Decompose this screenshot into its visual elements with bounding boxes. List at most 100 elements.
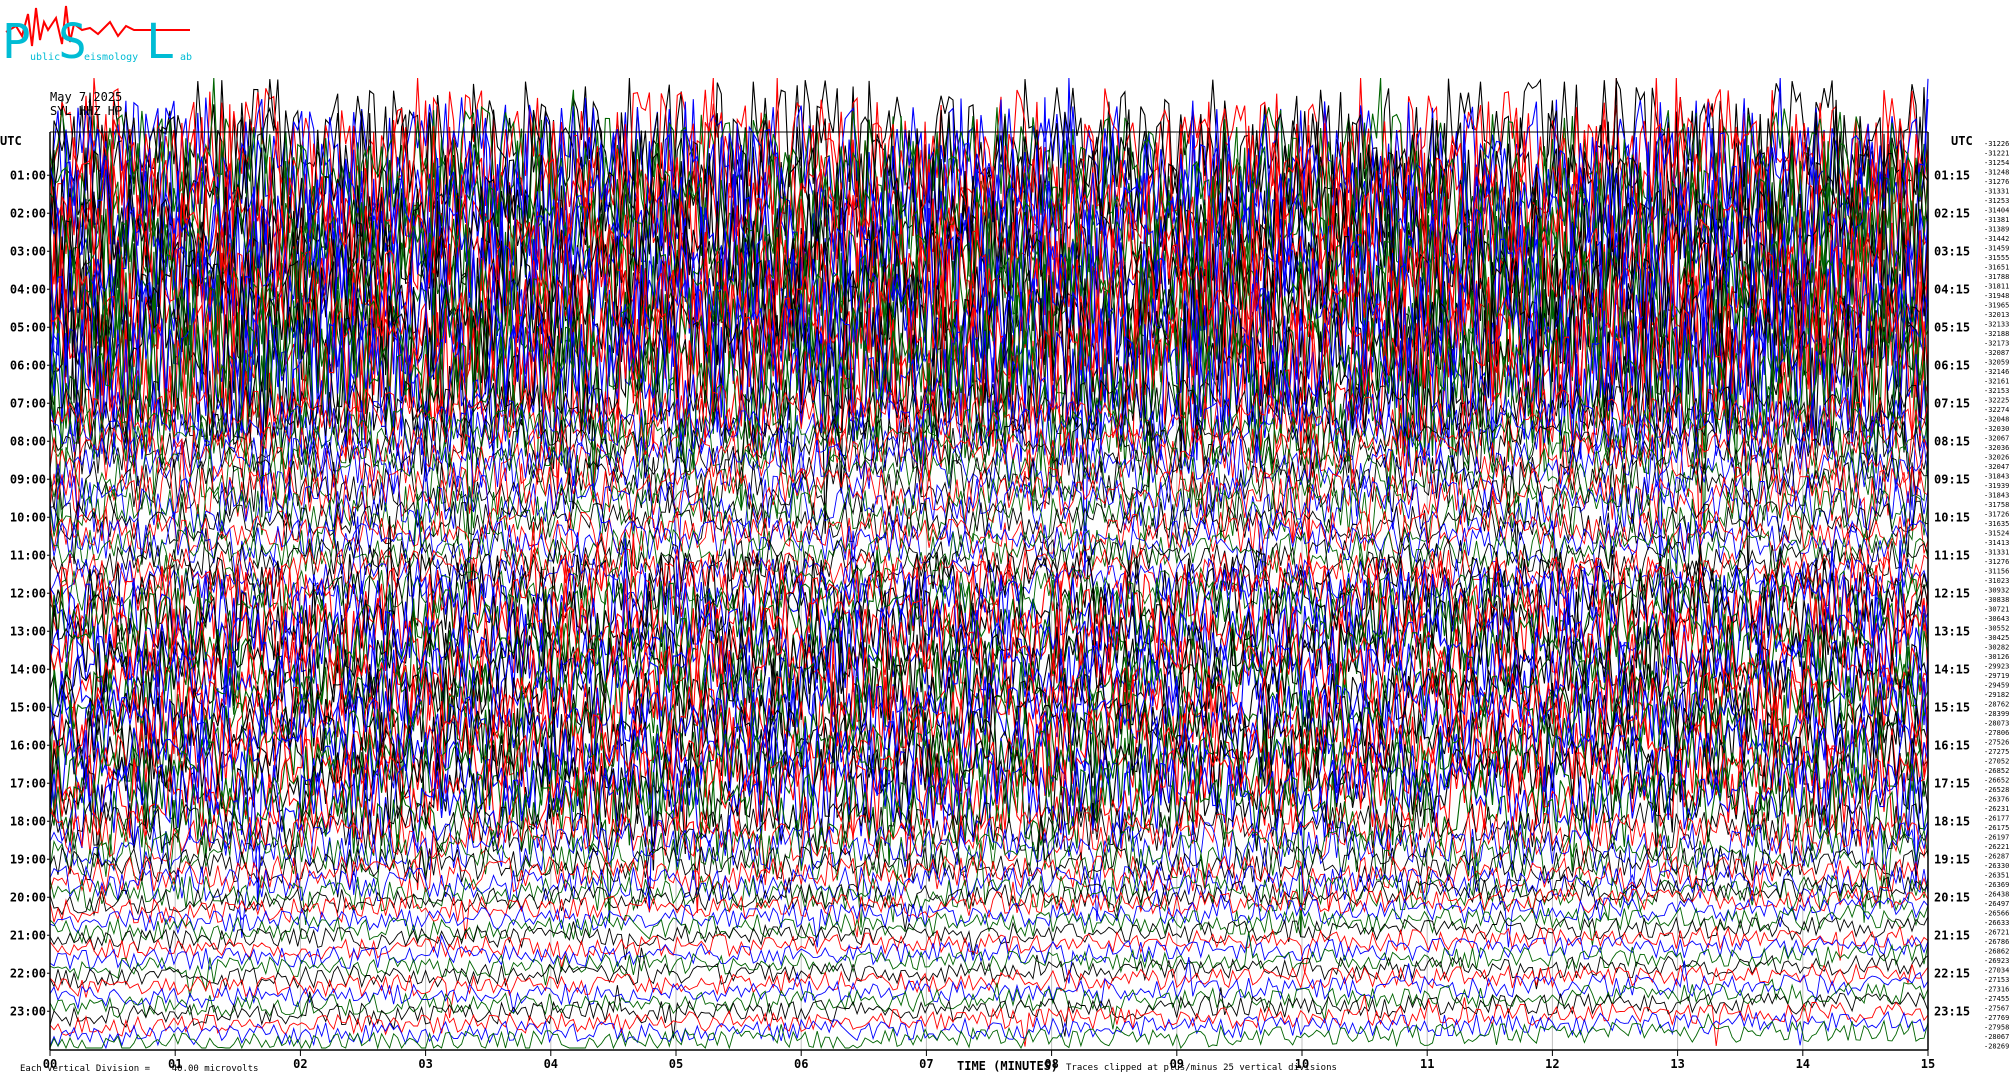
trace-offset-label: -31331 xyxy=(1984,187,2009,195)
x-tick-label: 11 xyxy=(1420,1057,1434,1071)
right-hour-label: 22:15 xyxy=(1934,966,1970,980)
trace-offset-label: -30643 xyxy=(1984,615,2009,623)
trace-offset-label: -30552 xyxy=(1984,624,2009,632)
x-tick-label: 12 xyxy=(1545,1057,1559,1071)
x-tick-label: 06 xyxy=(794,1057,808,1071)
trace-offset-label: -32274 xyxy=(1984,406,2009,414)
trace-offset-label: -31843 xyxy=(1984,491,2009,499)
right-hour-label: 04:15 xyxy=(1934,282,1970,296)
seismic-trace xyxy=(49,924,1929,974)
trace-offset-label: -29923 xyxy=(1984,662,2009,670)
left-hour-label: 05:00 xyxy=(10,320,46,334)
trace-offset-label: -26438 xyxy=(1984,890,2009,898)
trace-offset-label: -31253 xyxy=(1984,197,2009,205)
trace-offset-label: -26721 xyxy=(1984,928,2009,936)
right-hour-label: 19:15 xyxy=(1934,852,1970,866)
trace-offset-label: -31221 xyxy=(1984,149,2009,157)
left-hour-label: 07:00 xyxy=(10,396,46,410)
left-hour-label: 22:00 xyxy=(10,966,46,980)
trace-offset-label: -30838 xyxy=(1984,596,2009,604)
trace-offset-label: -26786 xyxy=(1984,938,2009,946)
right-hour-label: 07:15 xyxy=(1934,396,1970,410)
trace-offset-label: -31635 xyxy=(1984,520,2009,528)
trace-offset-label: -32153 xyxy=(1984,387,2009,395)
trace-offset-label: -26566 xyxy=(1984,909,2009,917)
trace-offset-label: -26528 xyxy=(1984,786,2009,794)
trace-offset-label: -26177 xyxy=(1984,814,2009,822)
trace-offset-label: -26369 xyxy=(1984,881,2009,889)
x-tick-label: 13 xyxy=(1670,1057,1684,1071)
trace-offset-label: -28762 xyxy=(1984,700,2009,708)
left-hour-label: 09:00 xyxy=(10,472,46,486)
x-axis-label: TIME (MINUTES) xyxy=(957,1059,1058,1073)
trace-offset-label: -28399 xyxy=(1984,710,2009,718)
right-hour-label: 18:15 xyxy=(1934,814,1970,828)
logo-letter-p: P xyxy=(2,14,31,70)
trace-offset-label: -31948 xyxy=(1984,292,2009,300)
seismic-trace xyxy=(49,1010,1929,1050)
right-hour-label: 15:15 xyxy=(1934,700,1970,714)
trace-offset-label: -31389 xyxy=(1984,225,2009,233)
left-hour-label: 04:00 xyxy=(10,282,46,296)
right-hour-label: 01:15 xyxy=(1934,168,1970,182)
trace-offset-label: -31226 xyxy=(1984,140,2009,148)
trace-offset-label: -26330 xyxy=(1984,862,2009,870)
left-hour-label: 06:00 xyxy=(10,358,46,372)
trace-offset-label: -32161 xyxy=(1984,377,2009,385)
left-hour-label: 13:00 xyxy=(10,624,46,638)
trace-offset-label: -31404 xyxy=(1984,206,2009,214)
left-hour-label: 12:00 xyxy=(10,586,46,600)
trace-offset-label: -32146 xyxy=(1984,368,2009,376)
trace-offset-label: -31381 xyxy=(1984,216,2009,224)
trace-offset-label: -26633 xyxy=(1984,919,2009,927)
right-hour-label: 13:15 xyxy=(1934,624,1970,638)
trace-offset-label: -26287 xyxy=(1984,852,2009,860)
trace-offset-label: -26351 xyxy=(1984,871,2009,879)
logo-text-ublic: ublic xyxy=(30,52,60,63)
trace-offset-label: -26197 xyxy=(1984,833,2009,841)
trace-offset-label: -32133 xyxy=(1984,320,2009,328)
logo-text-eismology: eismology xyxy=(84,52,138,63)
left-hour-label: 14:00 xyxy=(10,662,46,676)
trace-offset-label: -31276 xyxy=(1984,178,2009,186)
seismogram-page: 00 01 02 03 04 05 06 07 08 09 10 11 12 13 14 15 01:00 02:… xyxy=(0,0,2010,1080)
trace-offset-label: -26862 xyxy=(1984,947,2009,955)
trace-offset-label: -32225 xyxy=(1984,396,2009,404)
left-hour-label: 15:00 xyxy=(10,700,46,714)
left-hour-label: 10:00 xyxy=(10,510,46,524)
trace-offset-label: -30721 xyxy=(1984,605,2009,613)
trace-offset-label: -27316 xyxy=(1984,985,2009,993)
left-hour-label: 02:00 xyxy=(10,206,46,220)
right-hour-label: 03:15 xyxy=(1934,244,1970,258)
seismic-trace xyxy=(49,1012,1929,1050)
x-tick-label: 02 xyxy=(293,1057,307,1071)
trace-offset-label: -30282 xyxy=(1984,643,2009,651)
left-hour-label: 03:00 xyxy=(10,244,46,258)
trace-offset-label: -31023 xyxy=(1984,577,2009,585)
left-axis-label: UTC xyxy=(0,134,22,148)
trace-offset-label: -32036 xyxy=(1984,444,2009,452)
x-tick-label: 14 xyxy=(1796,1057,1810,1071)
trace-offset-label: -31413 xyxy=(1984,539,2009,547)
trace-offset-label: -29182 xyxy=(1984,691,2009,699)
trace-offset-label: -26852 xyxy=(1984,767,2009,775)
trace-offset-label: -26221 xyxy=(1984,843,2009,851)
trace-offset-label: -31788 xyxy=(1984,273,2009,281)
right-hour-label: 09:15 xyxy=(1934,472,1970,486)
trace-offset-label: -32067 xyxy=(1984,434,2009,442)
trace-offset-label: -26376 xyxy=(1984,795,2009,803)
right-hour-label: 14:15 xyxy=(1934,662,1970,676)
right-hour-label: 21:15 xyxy=(1934,928,1970,942)
trace-offset-label: -31555 xyxy=(1984,254,2009,262)
trace-offset-label: -31843 xyxy=(1984,472,2009,480)
trace-offset-label: -26175 xyxy=(1984,824,2009,832)
trace-offset-label: -31651 xyxy=(1984,263,2009,271)
trace-offset-label: -32047 xyxy=(1984,463,2009,471)
right-hour-label: 11:15 xyxy=(1934,548,1970,562)
x-tick-label: 03 xyxy=(418,1057,432,1071)
left-hour-label: 18:00 xyxy=(10,814,46,828)
right-hour-label: 23:15 xyxy=(1934,1004,1970,1018)
trace-offset-label: -31726 xyxy=(1984,510,2009,518)
chart-station: SYL HHZ HP xyxy=(50,104,122,118)
right-hour-label: 17:15 xyxy=(1934,776,1970,790)
